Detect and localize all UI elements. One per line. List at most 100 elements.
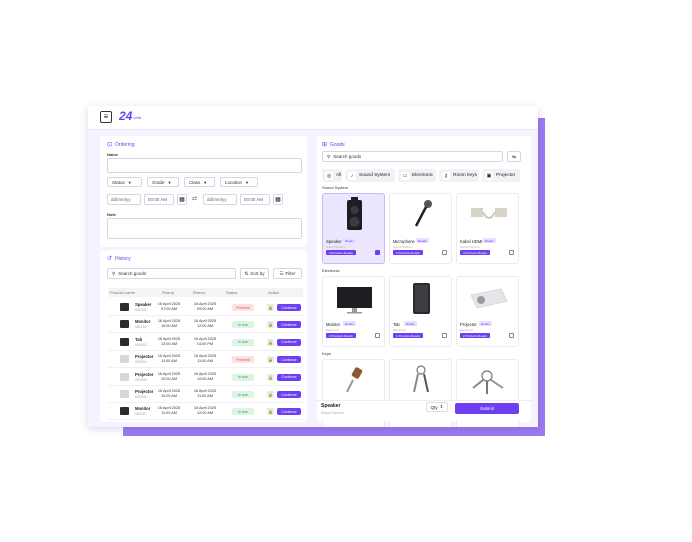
- return-time: 11:00 AM: [197, 359, 213, 364]
- pickup-time: 07:00 AM: [160, 307, 178, 311]
- category-chip-sound-system[interactable]: ♪ Sound System: [345, 169, 395, 182]
- col-action: Action: [268, 290, 280, 295]
- grade-select[interactable]: Grade ▼: [147, 177, 179, 187]
- card-sub: Electronic: [326, 328, 340, 332]
- chevron-down-icon: ▼: [167, 179, 172, 185]
- product-id: #82001: [135, 308, 147, 312]
- category-chip-room-keys[interactable]: ⚷ Room keys: [439, 169, 479, 182]
- card-tag: Ready: [416, 238, 429, 243]
- card-checkbox[interactable]: [375, 333, 380, 338]
- continue-button[interactable]: Continue: [277, 373, 301, 381]
- product-card-tab[interactable]: Tab Ready Electronic 1 Products Ready: [389, 276, 452, 347]
- status-badge: Finished: [232, 304, 254, 311]
- goods-search-input[interactable]: ⚲ Search goods: [322, 151, 503, 162]
- lock-icon[interactable]: 🔒: [267, 304, 274, 311]
- product-card-speaker[interactable]: Speaker Ready Sound System 4 Products Re…: [322, 193, 385, 264]
- name-field[interactable]: [107, 158, 302, 173]
- card-name: Speaker: [326, 239, 342, 244]
- submit-button[interactable]: Submit: [455, 403, 519, 414]
- product-card-kabel-hdmi[interactable]: Kabel HDMI Ready Sound System 4 Products…: [456, 193, 519, 264]
- product-thumbnail: [120, 372, 129, 381]
- lock-icon[interactable]: 🔒: [267, 356, 274, 364]
- card-ready-badge: 1 Products Ready: [393, 333, 423, 338]
- logo: 24 cells: [119, 109, 141, 123]
- card-tag: Ready: [343, 321, 356, 326]
- category-chip-electronic[interactable]: ▭ Electronic: [398, 169, 436, 182]
- product-card-projector[interactable]: Projector Ready Electronic 2 Products Re…: [456, 276, 519, 347]
- calendar-icon[interactable]: ▦: [273, 194, 283, 205]
- location-select[interactable]: Location ▼: [220, 177, 258, 187]
- product-thumbnail: [120, 355, 129, 364]
- product-card-monitor[interactable]: Monitor Ready Electronic 3 Products Read…: [322, 276, 385, 347]
- filter-button[interactable]: ☰ Filter: [273, 268, 302, 279]
- monitor-image: [337, 287, 372, 314]
- settings-filter-icon[interactable]: ⇆: [507, 151, 521, 162]
- card-checkbox[interactable]: [442, 333, 447, 338]
- history-icon: ↺: [107, 256, 113, 262]
- continue-button[interactable]: Continue: [277, 356, 301, 364]
- sort-by-button[interactable]: ⇅ Sort by: [240, 268, 269, 279]
- col-return: Return: [193, 290, 206, 295]
- category-chip-all[interactable]: ◎ All: [322, 169, 342, 182]
- lock-icon[interactable]: 🔒: [267, 408, 274, 416]
- card-name: Projector: [460, 322, 477, 327]
- card-checkbox[interactable]: [509, 250, 514, 255]
- lock-icon[interactable]: 🔒: [267, 321, 274, 329]
- card-name: Tab: [393, 322, 400, 327]
- continue-button[interactable]: Continue: [277, 304, 301, 311]
- lock-icon[interactable]: 🔒: [267, 391, 274, 398]
- product-thumbnail: [120, 303, 129, 311]
- top-bar: ≡ 24 cells: [88, 106, 538, 130]
- section-title: Electronic: [322, 268, 340, 273]
- col-status: Status: [226, 290, 238, 295]
- calendar-icon[interactable]: ▦: [177, 194, 187, 205]
- table-row: Speaker #82001 16 April 2025 07:00 AM 16 Apr…: [108, 299, 303, 316]
- table-row: Monitor #82007 16 April 2025 11:00 AM 16 Apr…: [108, 403, 303, 421]
- tablet-image: [413, 283, 430, 314]
- card-ready-badge: 4 Products Ready: [460, 250, 490, 255]
- card-sub: Sound System: [460, 245, 480, 249]
- lock-icon[interactable]: 🔒: [267, 373, 274, 381]
- start-date-input[interactable]: dd/mm/yy: [107, 194, 141, 205]
- continue-button[interactable]: Continue: [277, 408, 301, 416]
- product-id: #82007: [135, 412, 147, 417]
- category-chip-projector[interactable]: ▣ Projector: [482, 169, 520, 182]
- card-ready-badge: 2 Products Ready: [393, 250, 423, 255]
- return-time: 12:00 AM: [196, 376, 214, 381]
- card-checkbox[interactable]: [375, 250, 380, 255]
- section-title: Sound System: [322, 185, 349, 190]
- hamburger-menu-icon[interactable]: ≡: [100, 111, 112, 123]
- card-name: Monitor: [326, 322, 340, 327]
- status-badge: In use: [232, 373, 254, 381]
- return-time: 11:00 AM: [197, 394, 213, 398]
- return-time: 14:00 PM: [196, 341, 214, 346]
- name-label: Name: [107, 152, 118, 157]
- product-card-microphone[interactable]: Microphone Ready Sound System 2 Products…: [389, 193, 452, 264]
- end-time-input[interactable]: 00:00 AM: [240, 194, 270, 205]
- product-name: Projector: [135, 389, 154, 394]
- continue-button[interactable]: Continue: [277, 391, 301, 398]
- selected-product-name: Speaker: [321, 403, 341, 409]
- card-name: Kabel HDMI: [460, 239, 483, 244]
- card-checkbox[interactable]: [509, 333, 514, 338]
- continue-button[interactable]: Continue: [277, 338, 301, 346]
- end-date-input[interactable]: dd/mm/yy: [203, 194, 237, 205]
- note-field[interactable]: [107, 218, 302, 239]
- ordering-title: ⊡ Ordering: [107, 141, 134, 149]
- history-title-text: History: [115, 255, 131, 262]
- status-select[interactable]: Status ▼: [107, 177, 142, 187]
- product-id: #82003: [135, 342, 147, 347]
- status-badge: In use: [232, 338, 254, 346]
- product-name: Projector: [135, 371, 154, 377]
- all-icon: ◎: [325, 171, 333, 180]
- class-select[interactable]: Class ▼: [184, 177, 215, 187]
- history-search-input[interactable]: ⚲ Search goods: [107, 268, 236, 279]
- lock-icon[interactable]: 🔒: [267, 338, 274, 346]
- goods-title: ⊞ Goods: [322, 141, 345, 149]
- start-time-input[interactable]: 00:00 AM: [144, 194, 174, 205]
- qty-select[interactable]: Qty ⇕: [426, 402, 448, 412]
- card-checkbox[interactable]: [442, 250, 447, 255]
- continue-button[interactable]: Continue: [277, 321, 301, 329]
- return-time: 12:00 AM: [196, 411, 214, 416]
- chevron-down-icon: ▼: [245, 179, 249, 185]
